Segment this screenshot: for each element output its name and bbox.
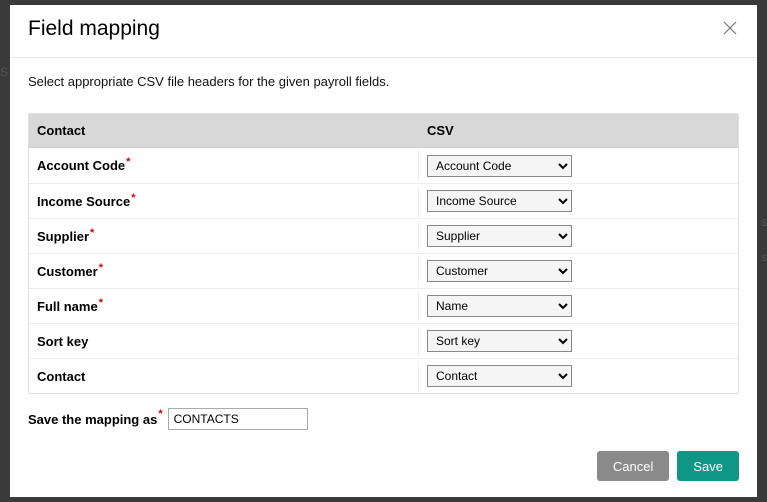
close-icon[interactable] xyxy=(723,21,739,37)
field-select-cell: Customer xyxy=(419,256,738,286)
table-row: Full name* Name xyxy=(29,288,738,323)
field-select-cell: Contact xyxy=(419,361,738,391)
save-mapping-input[interactable] xyxy=(168,408,308,430)
required-marker: * xyxy=(99,297,103,309)
table-row: Sort key Sort key xyxy=(29,323,738,358)
field-label: Supplier* xyxy=(29,221,419,252)
required-marker: * xyxy=(90,227,94,239)
modal-footer: Cancel Save xyxy=(10,437,757,497)
background-text: s xyxy=(761,250,767,264)
field-label: Sort key xyxy=(29,326,419,357)
modal-header: Field mapping xyxy=(10,5,757,58)
field-select-cell: Name xyxy=(419,291,738,321)
background-text: S xyxy=(0,65,8,79)
table-row: Supplier* Supplier xyxy=(29,218,738,253)
csv-header-select[interactable]: Income Source xyxy=(427,190,572,212)
field-label: Customer* xyxy=(29,256,419,287)
csv-header-select[interactable]: Name xyxy=(427,295,572,317)
csv-header-select[interactable]: Sort key xyxy=(427,330,572,352)
modal-title: Field mapping xyxy=(28,17,160,41)
save-mapping-label: Save the mapping as xyxy=(28,412,157,427)
table-row: Income Source* Income Source xyxy=(29,183,738,218)
modal-body: Select appropriate CSV file headers for … xyxy=(10,58,757,437)
field-label: Income Source* xyxy=(29,186,419,217)
csv-header-select[interactable]: Contact xyxy=(427,365,572,387)
field-label: Full name* xyxy=(29,291,419,322)
save-button[interactable]: Save xyxy=(677,451,739,481)
csv-header-select[interactable]: Supplier xyxy=(427,225,572,247)
field-label: Contact xyxy=(29,361,419,392)
cancel-button[interactable]: Cancel xyxy=(597,451,669,481)
required-marker: * xyxy=(126,156,130,168)
table-header: Contact CSV xyxy=(29,114,738,148)
field-select-cell: Supplier xyxy=(419,221,738,251)
required-marker: * xyxy=(99,262,103,274)
field-select-cell: Sort key xyxy=(419,326,738,356)
csv-header-select[interactable]: Account Code xyxy=(427,155,572,177)
field-select-cell: Account Code xyxy=(419,151,738,181)
save-mapping-row: Save the mapping as * xyxy=(28,394,739,430)
csv-header-select[interactable]: Customer xyxy=(427,260,572,282)
field-select-cell: Income Source xyxy=(419,186,738,216)
table-row: Contact Contact xyxy=(29,358,738,393)
field-label: Account Code* xyxy=(29,150,419,181)
table-row: Account Code* Account Code xyxy=(29,148,738,183)
column-header-contact: Contact xyxy=(29,114,419,147)
field-mapping-modal: Field mapping Select appropriate CSV fil… xyxy=(10,5,757,497)
required-marker: * xyxy=(131,192,135,204)
required-marker: * xyxy=(158,408,162,420)
background-text: s xyxy=(761,215,767,229)
column-header-csv: CSV xyxy=(419,114,738,147)
mapping-table: Contact CSV Account Code* Account Code Inc… xyxy=(28,113,739,394)
instruction-text: Select appropriate CSV file headers for … xyxy=(28,74,739,89)
table-row: Customer* Customer xyxy=(29,253,738,288)
